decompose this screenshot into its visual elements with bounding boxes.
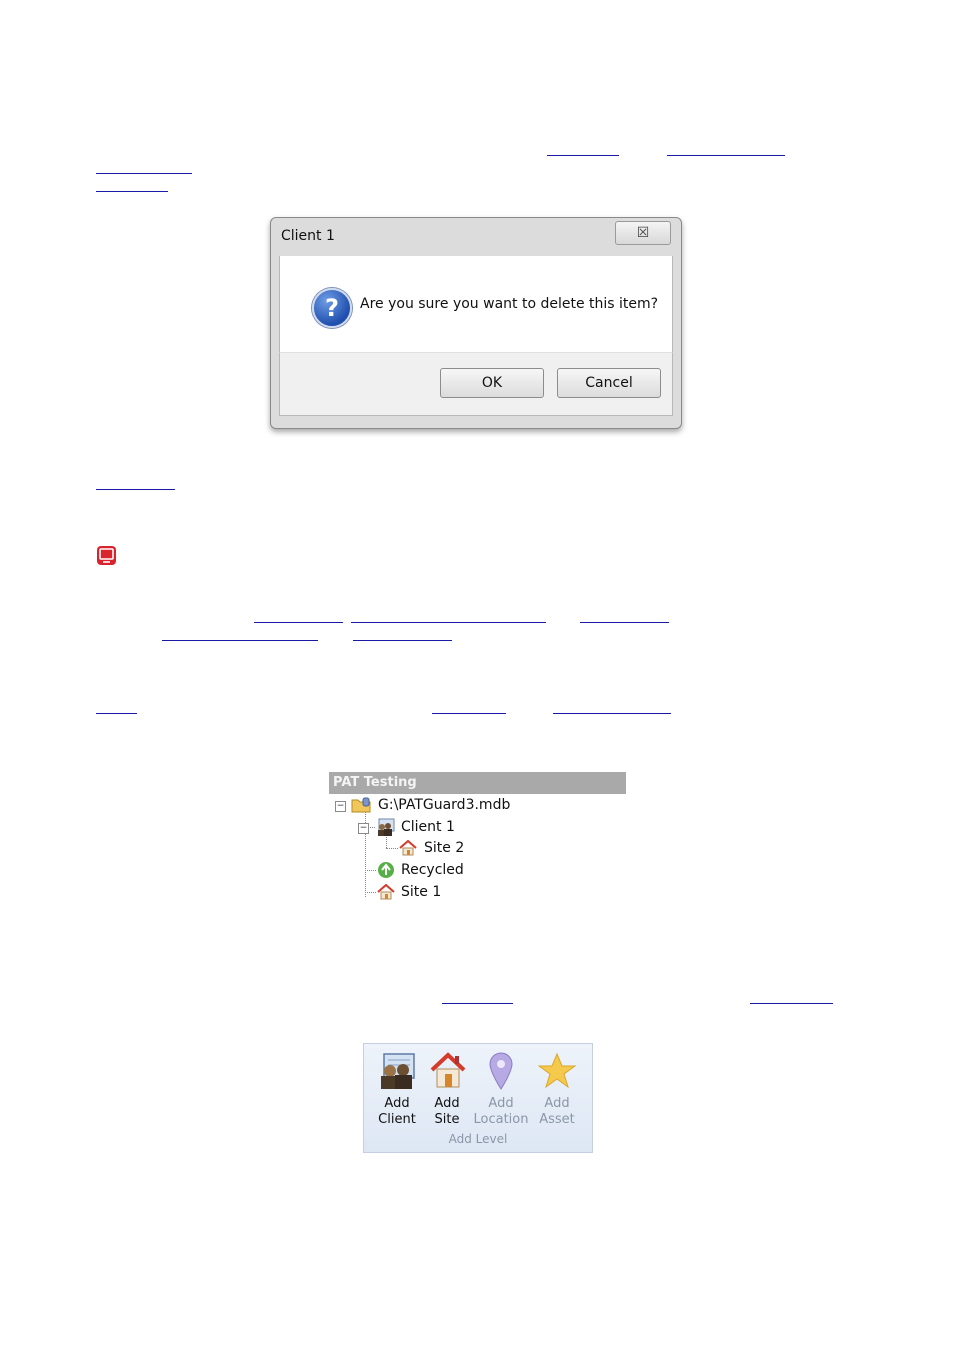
map-pin-icon	[488, 1052, 514, 1090]
link-underline[interactable]	[667, 155, 785, 156]
tree-item-client-1[interactable]: Client 1	[401, 819, 455, 835]
add-site-line1: Add	[434, 1096, 460, 1111]
tree-connector	[365, 870, 376, 871]
star-icon	[537, 1052, 577, 1090]
link-underline[interactable]	[553, 713, 671, 714]
tree-item-site-1[interactable]: Site 1	[401, 884, 441, 900]
add-location-line1: Add	[488, 1096, 514, 1111]
dialog-footer: OK Cancel	[279, 352, 673, 416]
add-location-button[interactable]: Add Location	[472, 1050, 530, 1130]
add-asset-line1: Add	[544, 1096, 570, 1111]
database-folder-icon	[351, 797, 371, 813]
close-icon[interactable]: ☒	[615, 221, 671, 245]
add-client-line1: Add	[384, 1096, 410, 1111]
question-icon: ?	[312, 288, 352, 328]
link-underline[interactable]	[96, 713, 137, 714]
cancel-button[interactable]: Cancel	[557, 368, 661, 398]
add-site-button[interactable]: Add Site	[426, 1050, 468, 1130]
tree-item-site-2[interactable]: Site 2	[424, 840, 464, 856]
collapse-toggle[interactable]: −	[358, 823, 369, 834]
link-underline[interactable]	[580, 622, 669, 623]
tree-view: − G:\PATGuard3.mdb − Client 1 Site 2 Rec…	[329, 794, 626, 906]
dialog-title: Client 1	[281, 228, 335, 244]
link-underline[interactable]	[432, 713, 506, 714]
delete-confirm-dialog: Client 1 ☒ ? Are you sure you want to de…	[270, 217, 682, 429]
tree-connector	[365, 892, 376, 893]
site-icon	[377, 883, 395, 900]
ribbon-add-level-group: Add Client Add Site Add Location Add Ass…	[363, 1043, 593, 1153]
link-underline[interactable]	[96, 489, 175, 490]
link-underline[interactable]	[351, 622, 546, 623]
add-location-line2: Location	[473, 1112, 529, 1127]
dialog-body: ? Are you sure you want to delete this i…	[279, 256, 673, 352]
tree-header: PAT Testing	[329, 772, 626, 794]
link-underline[interactable]	[750, 1003, 833, 1004]
ok-button[interactable]: OK	[440, 368, 544, 398]
house-icon	[430, 1052, 466, 1090]
client-icon	[378, 1052, 416, 1090]
link-underline[interactable]	[353, 640, 452, 641]
note-icon	[96, 545, 117, 566]
add-client-button[interactable]: Add Client	[372, 1050, 422, 1130]
tree-connector	[386, 848, 398, 849]
link-underline[interactable]	[162, 640, 318, 641]
link-underline[interactable]	[96, 173, 192, 174]
client-icon	[375, 818, 395, 836]
tree-item-database[interactable]: G:\PATGuard3.mdb	[378, 797, 510, 813]
link-underline[interactable]	[254, 622, 343, 623]
add-site-line2: Site	[434, 1112, 460, 1127]
collapse-toggle[interactable]: −	[335, 801, 346, 812]
recycle-icon	[376, 861, 396, 879]
dialog-message: Are you sure you want to delete this ite…	[360, 296, 659, 312]
add-client-line2: Client	[378, 1112, 416, 1127]
link-underline[interactable]	[96, 191, 168, 192]
add-asset-button[interactable]: Add Asset	[534, 1050, 580, 1130]
link-underline[interactable]	[442, 1003, 513, 1004]
site-icon	[399, 839, 417, 856]
tree-item-recycled[interactable]: Recycled	[401, 862, 464, 878]
link-underline[interactable]	[547, 155, 619, 156]
add-asset-line2: Asset	[539, 1112, 575, 1127]
ribbon-group-label: Add Level	[448, 1132, 508, 1146]
